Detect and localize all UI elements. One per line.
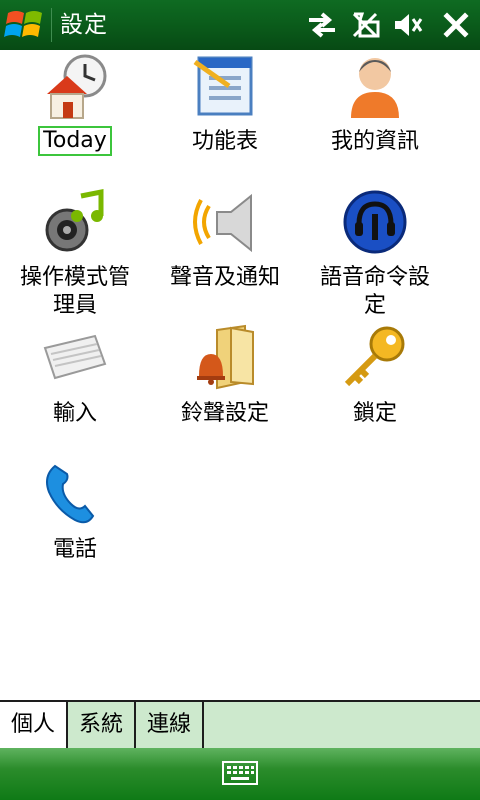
item-label: Today bbox=[38, 126, 112, 156]
volume-muted-icon[interactable] bbox=[392, 10, 424, 40]
item-label: 電話 bbox=[52, 537, 97, 562]
window-title: 設定 bbox=[60, 12, 108, 38]
title-bar: 設定 bbox=[0, 0, 480, 50]
tab-strip: 個人 系統 連線 bbox=[0, 700, 480, 750]
item-label: 鈴聲設定 bbox=[180, 401, 269, 426]
tab-personal[interactable]: 個人 bbox=[0, 702, 68, 750]
item-label: 我的資訊 bbox=[330, 129, 419, 154]
voice-command-headset-icon bbox=[341, 188, 409, 256]
menu-document-icon bbox=[191, 52, 259, 120]
softkey-bar bbox=[0, 748, 480, 800]
close-icon[interactable] bbox=[440, 10, 472, 40]
item-label: 操作模式管 理員 bbox=[19, 265, 130, 318]
owner-person-icon bbox=[341, 52, 409, 120]
item-label: 鎖定 bbox=[352, 401, 397, 426]
keyboard-icon bbox=[222, 761, 258, 785]
item-label: 功能表 bbox=[191, 129, 258, 154]
lock-key-icon bbox=[341, 324, 409, 392]
profile-speaker-music-icon bbox=[41, 188, 109, 256]
keyboard-icon bbox=[41, 324, 109, 392]
windows-logo-icon bbox=[4, 11, 42, 37]
title-separator bbox=[51, 8, 52, 42]
settings-grid: Today 功能表 我的資訊 操作模式管 理員 聲音及通知 語音命令設 定 輸入… bbox=[0, 50, 480, 700]
tab-connections[interactable]: 連線 bbox=[136, 702, 204, 748]
start-button[interactable] bbox=[4, 7, 48, 43]
no-signal-icon[interactable] bbox=[350, 10, 382, 40]
input-panel-button[interactable] bbox=[222, 760, 258, 786]
connectivity-icon[interactable] bbox=[306, 10, 338, 40]
ringtone-bell-folder-icon bbox=[191, 324, 259, 392]
sound-speaker-icon bbox=[191, 188, 259, 256]
today-house-clock-icon bbox=[41, 54, 109, 122]
phone-handset-icon bbox=[41, 460, 109, 528]
tab-system[interactable]: 系統 bbox=[68, 702, 136, 748]
item-label: 輸入 bbox=[52, 401, 97, 426]
item-label: 聲音及通知 bbox=[169, 265, 280, 290]
item-label: 語音命令設定 bbox=[319, 265, 430, 318]
